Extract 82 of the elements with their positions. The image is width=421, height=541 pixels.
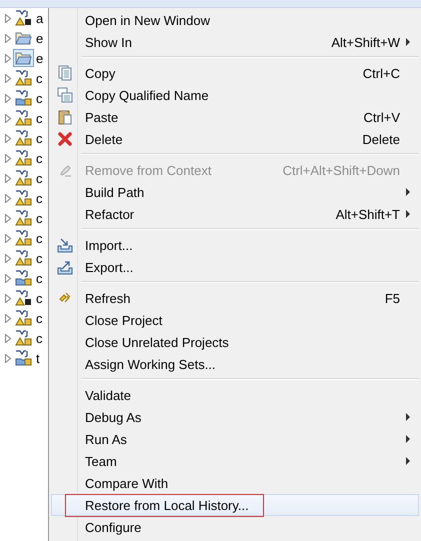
menu-item[interactable]: Build Path — [51, 181, 419, 203]
expand-icon[interactable] — [5, 14, 11, 22]
tree-item-label[interactable]: c — [36, 110, 42, 126]
expand-icon[interactable] — [5, 314, 11, 322]
tree-item-label[interactable]: c — [36, 150, 42, 166]
project-icon — [15, 170, 32, 186]
tree-item-label[interactable]: e — [36, 50, 44, 66]
menu-item[interactable]: Validate — [51, 384, 419, 406]
tree-item-label[interactable]: c — [36, 230, 42, 246]
project-icon — [15, 330, 32, 346]
menu-item[interactable]: Copy Qualified Name — [51, 84, 419, 106]
menu-item[interactable]: Delete Delete — [51, 128, 419, 150]
expand-icon[interactable] — [5, 54, 11, 62]
project-icon — [15, 350, 32, 366]
expand-icon[interactable] — [5, 354, 11, 362]
menu-item[interactable]: Copy Ctrl+C — [51, 62, 419, 84]
menu-item[interactable]: Debug As — [51, 406, 419, 428]
paste-icon — [57, 109, 73, 125]
project-icon — [15, 310, 32, 326]
expand-icon[interactable] — [5, 234, 11, 242]
tree-item-label[interactable]: c — [36, 90, 42, 106]
tree-item-label[interactable]: c — [36, 210, 42, 226]
expand-icon[interactable] — [5, 214, 11, 222]
project-icon — [15, 110, 32, 126]
expand-icon[interactable] — [5, 154, 11, 162]
expand-icon[interactable] — [5, 94, 11, 102]
project-icon — [15, 250, 32, 266]
folder-icon — [15, 51, 32, 65]
expand-icon[interactable] — [5, 74, 11, 82]
menu-item[interactable]: Run As — [51, 428, 419, 450]
menu-item[interactable]: Import... — [51, 234, 419, 256]
folder-icon — [15, 31, 32, 45]
tree-item-label[interactable]: c — [36, 270, 42, 286]
menu-item[interactable]: Export... — [51, 256, 419, 278]
menu-item[interactable]: Restore from Local History... — [51, 494, 419, 516]
project-icon — [15, 290, 32, 306]
delete-icon — [57, 131, 73, 147]
tree-item-label[interactable]: c — [36, 310, 42, 326]
selected-tree-item[interactable] — [13, 49, 34, 67]
expand-icon[interactable] — [5, 174, 11, 182]
expand-icon[interactable] — [5, 294, 11, 302]
menu-item[interactable]: Paste Ctrl+V — [51, 106, 419, 128]
menu-item[interactable]: Refactor Alt+Shift+T — [51, 203, 419, 225]
project-icon — [15, 190, 32, 206]
tree-item-label[interactable]: c — [36, 130, 42, 146]
project-icon — [15, 130, 32, 146]
expand-icon[interactable] — [5, 254, 11, 262]
menu-item[interactable]: Close Project — [51, 309, 419, 331]
menu-item[interactable]: Compare With — [51, 472, 419, 494]
menu-item[interactable]: Configure — [51, 516, 419, 538]
expand-icon[interactable] — [5, 114, 11, 122]
menu-item[interactable]: Show In Alt+Shift+W — [51, 31, 419, 53]
tree-item-label[interactable]: t — [36, 350, 40, 366]
project-icon — [15, 90, 32, 106]
tree-item-label[interactable]: c — [36, 290, 42, 306]
tree-item-label[interactable]: c — [36, 190, 42, 206]
copy-icon — [57, 65, 73, 81]
menu-item[interactable]: Open in New Window — [51, 9, 419, 31]
export-icon — [57, 259, 73, 275]
expand-icon[interactable] — [5, 194, 11, 202]
menu-item[interactable]: Refresh F5 — [51, 287, 419, 309]
tree-item-label[interactable]: c — [36, 250, 42, 266]
project-icon — [15, 70, 32, 86]
copy-icon — [57, 87, 73, 103]
project-icon — [15, 270, 32, 286]
tree-item-label[interactable]: c — [36, 170, 42, 186]
expand-icon[interactable] — [5, 334, 11, 342]
expand-icon[interactable] — [5, 34, 11, 42]
project-icon — [15, 10, 32, 26]
menu-item[interactable]: Assign Working Sets... — [51, 353, 419, 375]
menu-item[interactable]: Close Unrelated Projects — [51, 331, 419, 353]
project-icon — [15, 210, 32, 226]
expand-icon[interactable] — [5, 134, 11, 142]
import-icon — [57, 237, 73, 253]
menu-item[interactable]: Team — [51, 450, 419, 472]
project-icon — [15, 150, 32, 166]
tree-item-label[interactable]: c — [36, 70, 42, 86]
tree-item-label[interactable]: a — [36, 10, 44, 26]
tree-item-label[interactable]: c — [36, 330, 42, 346]
project-icon — [15, 230, 32, 246]
tree-item-label[interactable]: e — [36, 30, 44, 46]
expand-icon[interactable] — [5, 274, 11, 282]
